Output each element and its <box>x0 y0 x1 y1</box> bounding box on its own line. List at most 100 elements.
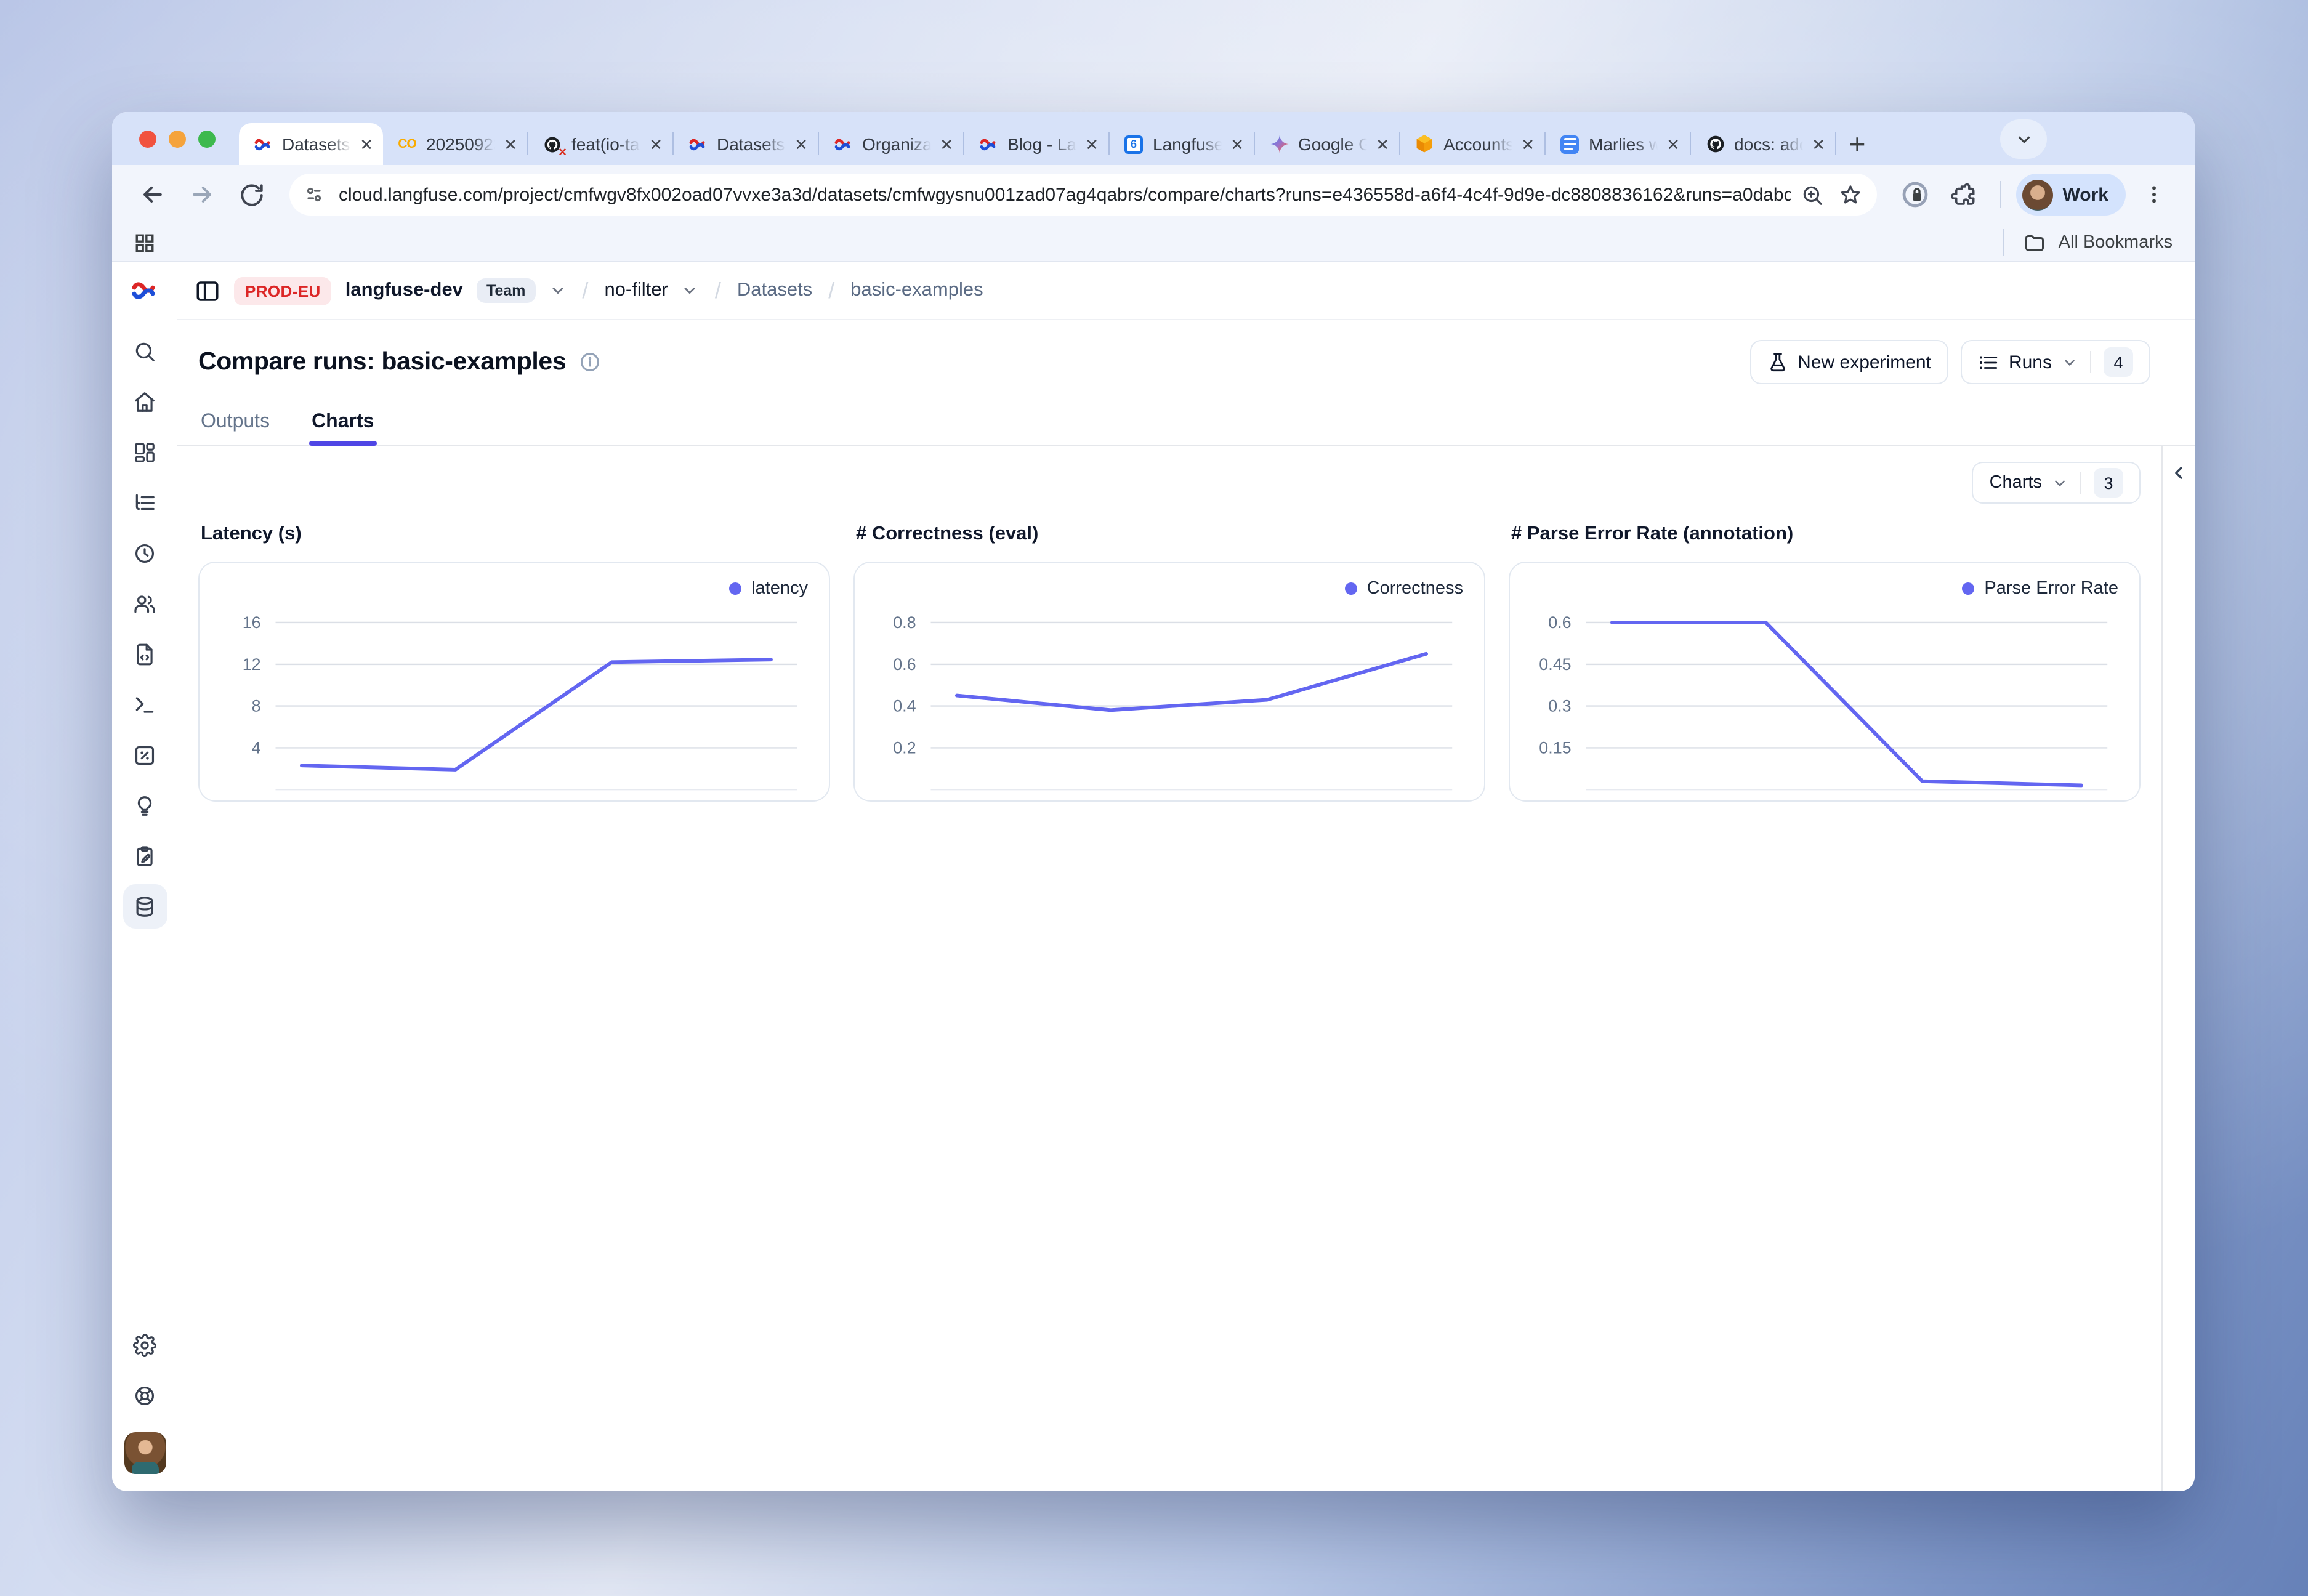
sidebar-item-playground[interactable] <box>123 682 167 727</box>
tab-close-icon[interactable]: ✕ <box>1376 136 1389 152</box>
tab-close-icon[interactable]: ✕ <box>940 136 953 152</box>
environment-badge: PROD-EU <box>234 276 332 305</box>
browser-tab[interactable]: Google Gem✕ <box>1255 123 1399 165</box>
browser-tab[interactable]: docs: add g✕ <box>1691 123 1835 165</box>
browser-tab[interactable]: Accounts |✕ <box>1400 123 1544 165</box>
window-zoom-button[interactable] <box>198 130 216 147</box>
chevron-down-icon <box>2052 475 2068 491</box>
tab-close-icon[interactable]: ✕ <box>504 136 517 152</box>
langfuse-icon <box>252 134 273 155</box>
chart-title: # Correctness (eval) <box>856 523 1485 546</box>
app-sidebar <box>112 262 177 1491</box>
tab-title: 20250923 <box>426 134 495 154</box>
browser-tab[interactable]: CO20250923✕ <box>383 123 527 165</box>
window-close-button[interactable] <box>139 130 156 147</box>
github-pr-icon: × <box>542 134 563 155</box>
reload-button[interactable] <box>230 174 272 216</box>
svg-text:0.15: 0.15 <box>1539 739 1571 757</box>
sidebar-item-search[interactable] <box>123 329 167 373</box>
breadcrumb-separator: / <box>712 278 724 304</box>
folder-icon <box>2024 232 2046 254</box>
chevron-down-icon <box>2014 130 2033 148</box>
sidebar-item-annotation[interactable] <box>123 834 167 878</box>
breadcrumb: PROD-EU langfuse-dev Team / no-filter / … <box>177 262 2195 320</box>
charts-dropdown-button[interactable]: Charts 3 <box>1972 462 2141 504</box>
svg-text:16: 16 <box>243 613 261 632</box>
browser-tab[interactable]: Datasets | L✕ <box>674 123 818 165</box>
sidebar-item-sessions[interactable] <box>123 531 167 575</box>
address-bar[interactable]: cloud.langfuse.com/project/cmfwgv8fx002o… <box>289 174 1877 216</box>
langfuse-app: PROD-EU langfuse-dev Team / no-filter / … <box>112 262 2195 1491</box>
tab-close-icon[interactable]: ✕ <box>1666 136 1680 152</box>
new-tab-button[interactable]: + <box>1836 123 1878 165</box>
browser-tab[interactable]: 6Langfuse -✕ <box>1110 123 1254 165</box>
browser-tab[interactable]: Blog - Lang✕ <box>964 123 1108 165</box>
browser-tab[interactable]: Datasets | L✕ <box>239 123 383 165</box>
runs-count-badge: 4 <box>2104 347 2133 377</box>
profile-chip[interactable]: Work <box>2016 174 2126 216</box>
database-icon <box>133 895 156 918</box>
url-text[interactable]: cloud.langfuse.com/project/cmfwgv8fx002o… <box>339 184 1791 205</box>
breadcrumb-dataset-item[interactable]: basic-examples <box>850 280 983 302</box>
window-minimize-button[interactable] <box>169 130 186 147</box>
tab-close-icon[interactable]: ✕ <box>1812 136 1825 152</box>
sidebar-item-datasets[interactable] <box>123 884 167 929</box>
user-avatar[interactable] <box>124 1432 166 1474</box>
cube-icon <box>1414 134 1435 155</box>
browser-tab[interactable]: ×feat(io-tab✕ <box>528 123 672 165</box>
tab-close-icon[interactable]: ✕ <box>649 136 663 152</box>
site-settings-icon[interactable] <box>297 177 331 212</box>
collapse-panel-chevron-icon[interactable] <box>2169 463 2189 1491</box>
profile-label: Work <box>2063 184 2108 205</box>
tab-charts[interactable]: Charts <box>309 404 376 445</box>
back-button[interactable] <box>132 174 174 216</box>
all-bookmarks-label[interactable]: All Bookmarks <box>2059 233 2173 252</box>
sidebar-item-prompts[interactable] <box>123 632 167 676</box>
browser-menu-kebab-icon[interactable] <box>2133 174 2175 216</box>
tab-close-icon[interactable]: ✕ <box>360 136 373 152</box>
tab-close-icon[interactable]: ✕ <box>1521 136 1535 152</box>
tab-search-button[interactable] <box>2000 119 2047 159</box>
zoom-page-icon[interactable] <box>1801 183 1824 206</box>
tab-close-icon[interactable]: ✕ <box>1230 136 1244 152</box>
sidebar-toggle-icon[interactable] <box>195 278 220 304</box>
bookmark-star-icon[interactable] <box>1839 183 1862 206</box>
browser-tab[interactable]: Organizatio ✕ <box>819 123 963 165</box>
tab-outputs[interactable]: Outputs <box>198 404 272 445</box>
langfuse-logo-icon[interactable] <box>130 262 159 319</box>
onepassword-extension-icon[interactable] <box>1894 174 1936 216</box>
svg-text:0.6: 0.6 <box>893 655 916 674</box>
extensions-puzzle-icon[interactable] <box>1943 174 1985 216</box>
lightbulb-icon <box>133 794 156 817</box>
sidebar-item-support[interactable] <box>123 1373 167 1417</box>
sidebar-item-scores[interactable] <box>123 733 167 777</box>
list-tree-icon <box>133 491 156 514</box>
sidebar-item-settings[interactable] <box>123 1323 167 1367</box>
sidebar-item-insights[interactable] <box>123 783 167 828</box>
browser-tab[interactable]: Marlies wee✕ <box>1546 123 1690 165</box>
tab-close-icon[interactable]: ✕ <box>1085 136 1099 152</box>
tab-strip: Datasets | L✕CO20250923✕×feat(io-tab✕Dat… <box>112 112 2195 165</box>
forward-button[interactable] <box>181 174 223 216</box>
project-switcher-chevron-icon[interactable] <box>682 282 699 299</box>
org-switcher-chevron-icon[interactable] <box>549 282 566 299</box>
legend-dot-icon <box>1345 582 1357 595</box>
tab-close-icon[interactable]: ✕ <box>794 136 808 152</box>
browser-tabs: Datasets | L✕CO20250923✕×feat(io-tab✕Dat… <box>239 112 1836 165</box>
sidebar-item-users[interactable] <box>123 581 167 626</box>
sidebar-item-tracing[interactable] <box>123 480 167 525</box>
info-icon[interactable] <box>578 351 600 373</box>
organization-name[interactable]: langfuse-dev <box>345 280 463 302</box>
runs-dropdown-button[interactable]: Runs 4 <box>1961 340 2150 384</box>
sidebar-item-home[interactable] <box>123 379 167 424</box>
profile-avatar <box>2022 179 2053 210</box>
svg-text:8: 8 <box>252 697 261 715</box>
chart-card: 0.20.40.60.8Correctness <box>853 562 1485 802</box>
sidebar-item-dashboards[interactable] <box>123 430 167 474</box>
breadcrumb-datasets-link[interactable]: Datasets <box>737 280 812 302</box>
chart-card: 481216latency <box>198 562 830 802</box>
new-experiment-button[interactable]: New experiment <box>1749 340 1948 384</box>
project-name[interactable]: no-filter <box>604 280 668 302</box>
tab-title: Organizatio <box>862 134 931 154</box>
apps-grid-icon[interactable] <box>134 232 155 253</box>
